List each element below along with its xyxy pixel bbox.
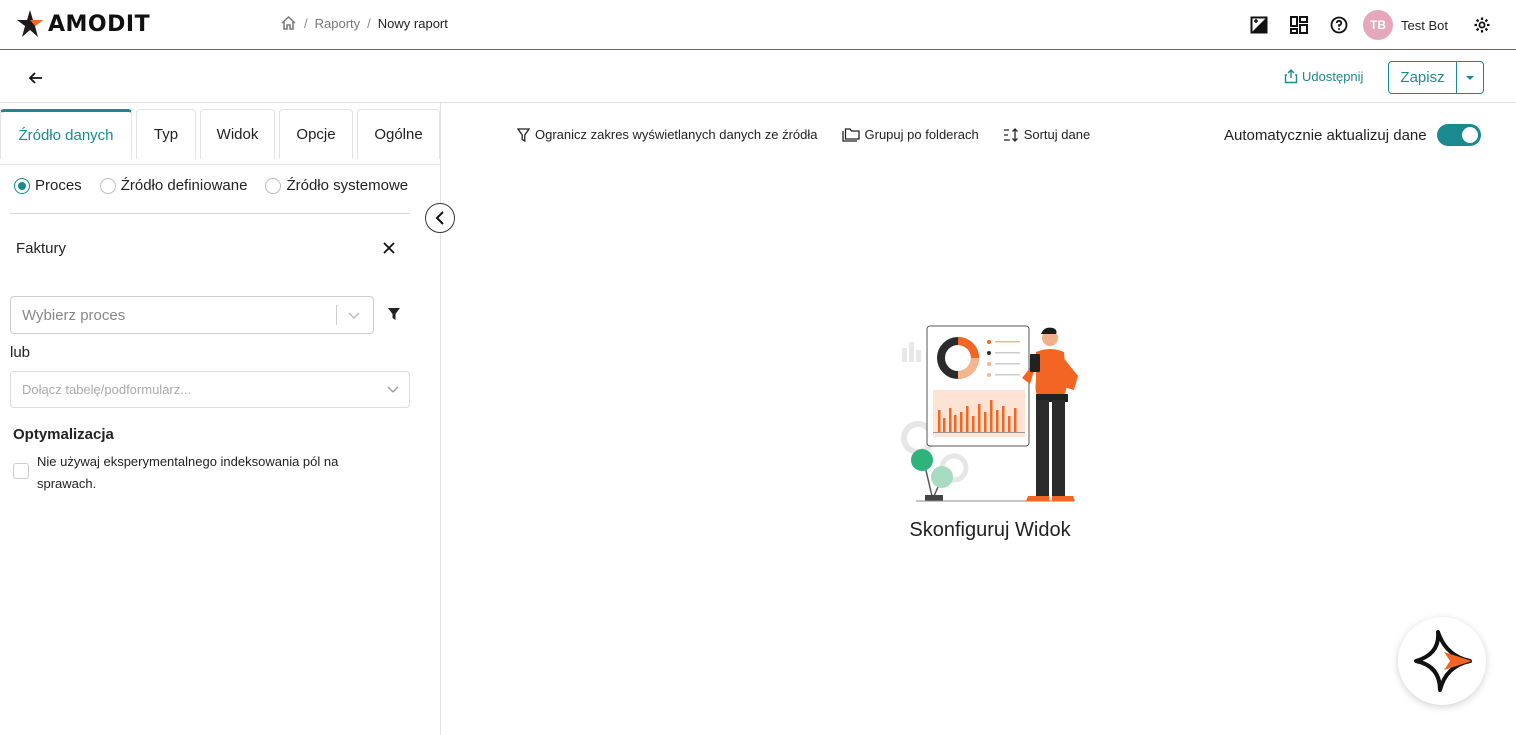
save-split-button: Zapisz <box>1388 61 1484 94</box>
chevron-left-icon <box>435 211 444 225</box>
radio-label: Źródło systemowe <box>286 177 409 194</box>
tab-type[interactable]: Typ <box>136 109 196 159</box>
radio-button[interactable] <box>265 177 282 194</box>
share-label: Udostępnij <box>1302 68 1364 84</box>
filter-icon[interactable] <box>387 307 401 326</box>
breadcrumb-current: Nowy raport <box>377 15 448 31</box>
configure-view-illustration <box>901 325 1078 502</box>
breadcrumb-separator: / <box>304 15 308 31</box>
radio-label: Źródło definiowane <box>120 177 248 194</box>
or-label: lub <box>10 344 31 361</box>
limit-data-button[interactable]: Ogranicz zakres wyświetlanych danych ze … <box>517 127 818 142</box>
close-icon[interactable] <box>381 240 397 256</box>
config-tabs: Źródło danych Typ Widok Opcje Ogólne <box>0 109 441 165</box>
share-icon <box>1284 69 1298 84</box>
tab-data-source[interactable]: Źródło danych <box>0 109 132 159</box>
source-type-radios: Proces Źródło definiowane Źródło systemo… <box>14 177 426 194</box>
avatar[interactable]: TB <box>1363 10 1394 40</box>
chevron-down-icon[interactable] <box>347 308 361 326</box>
collapse-panel-button[interactable] <box>425 203 455 233</box>
select-divider <box>336 305 337 325</box>
breadcrumb-raporty[interactable]: Raporty <box>315 16 361 31</box>
amodit-star-icon <box>17 10 43 37</box>
filter-outline-icon <box>517 127 530 142</box>
radio-system-source[interactable]: Źródło systemowe <box>265 177 408 194</box>
tab-view[interactable]: Widok <box>200 109 275 159</box>
home-icon[interactable] <box>280 15 297 31</box>
breadcrumb: / Raporty / Nowy raport <box>280 15 448 31</box>
process-select[interactable]: Wybierz proces <box>10 296 374 334</box>
optimization-title: Optymalizacja <box>13 426 114 443</box>
join-table-select[interactable]: Dołącz tabelę/podformularz... <box>10 371 410 408</box>
back-arrow-icon[interactable] <box>26 68 46 88</box>
empty-state-title: Skonfiguruj Widok <box>909 519 1071 541</box>
divider <box>10 213 410 214</box>
tabs-divider <box>0 164 441 165</box>
breadcrumb-separator: / <box>367 15 371 31</box>
auto-update-label: Automatycznie aktualizuj dane <box>1224 126 1427 144</box>
radio-button[interactable] <box>99 177 116 194</box>
group-by-folders-label: Grupuj po folderach <box>864 127 979 142</box>
save-button[interactable]: Zapisz <box>1389 62 1457 93</box>
radio-defined-source[interactable]: Źródło definiowane <box>99 177 248 194</box>
gear-icon[interactable] <box>1472 15 1492 35</box>
app-logo[interactable]: AMODIT <box>16 9 150 39</box>
share-button[interactable]: Udostępnij <box>1284 68 1363 84</box>
radio-label: Proces <box>35 177 82 194</box>
limit-data-label: Ogranicz zakres wyświetlanych danych ze … <box>535 127 818 142</box>
no-indexing-checkbox[interactable] <box>13 463 29 479</box>
top-right-controls: TB Test Bot <box>1249 0 1516 50</box>
dashboard-icon[interactable] <box>1289 15 1309 35</box>
tab-options[interactable]: Opcje <box>279 109 353 159</box>
config-panel: Źródło danych Typ Widok Opcje Ogólne Pro… <box>0 103 441 735</box>
help-icon[interactable] <box>1329 15 1349 35</box>
assistant-button[interactable] <box>1398 617 1486 705</box>
folders-icon <box>841 127 860 142</box>
radio-button[interactable] <box>14 177 30 194</box>
data-toolbar: Ogranicz zakres wyświetlanych danych ze … <box>517 127 1114 142</box>
chevron-down-icon[interactable] <box>387 382 399 400</box>
save-dropdown-button[interactable] <box>1457 62 1483 93</box>
auto-update-control: Automatycznie aktualizuj dane <box>1224 124 1481 146</box>
group-by-folders-button[interactable]: Grupuj po folderach <box>841 127 979 142</box>
auto-update-toggle[interactable] <box>1436 124 1481 146</box>
no-indexing-label: Nie używaj eksperymentalnego indeksowani… <box>37 454 339 491</box>
logo-text: AMODIT <box>48 11 151 37</box>
sort-icon <box>1003 127 1018 142</box>
sort-data-button[interactable]: Sortuj dane <box>1003 127 1091 142</box>
radio-process[interactable]: Proces <box>14 177 82 194</box>
selected-source-name: Faktury <box>16 240 67 257</box>
caret-down-icon <box>1466 75 1474 80</box>
theme-toggle-icon[interactable] <box>1249 15 1269 35</box>
sort-data-label: Sortuj dane <box>1023 127 1091 142</box>
tab-general[interactable]: Ogólne <box>357 109 440 159</box>
sparkle-icon <box>1414 630 1472 692</box>
top-bar: AMODIT / Raporty / Nowy raport TB Test B… <box>0 0 1516 50</box>
process-select-placeholder: Wybierz proces <box>22 307 126 324</box>
user-name[interactable]: Test Bot <box>1401 18 1448 33</box>
action-bar: Udostępnij Zapisz <box>0 51 1516 103</box>
join-table-placeholder: Dołącz tabelę/podformularz... <box>22 382 192 397</box>
